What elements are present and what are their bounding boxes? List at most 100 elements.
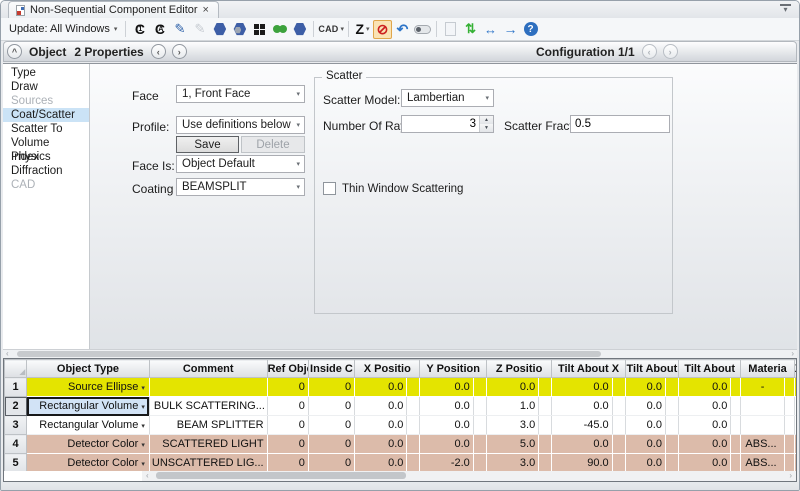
scroll-left-icon[interactable]: ‹: [146, 471, 149, 480]
row-number[interactable]: 5: [5, 454, 27, 473]
material-cell[interactable]: [741, 397, 784, 416]
solve-cell[interactable]: [731, 454, 741, 473]
reverse-rays-button[interactable]: ↶: [393, 20, 412, 39]
update-button[interactable]: C1: [130, 20, 149, 39]
tilt-y-cell[interactable]: 0.0: [625, 416, 665, 435]
face-dropdown[interactable]: 1, Front Face ▾: [176, 85, 305, 103]
solve-cell[interactable]: [539, 397, 552, 416]
x1-cell[interactable]: [794, 416, 797, 435]
corner-header[interactable]: ◢: [5, 360, 27, 378]
y-position-cell[interactable]: 0.0: [420, 397, 473, 416]
solid-view-button[interactable]: [210, 20, 229, 39]
edit-object-button[interactable]: ✎: [170, 20, 189, 39]
scroll-right-icon[interactable]: ›: [791, 349, 794, 358]
comment-cell[interactable]: BULK SCATTERING...: [149, 397, 267, 416]
sidebar-item-coat-scatter[interactable]: Coat/Scatter: [3, 108, 89, 122]
solve-cell[interactable]: [731, 416, 741, 435]
ignore-object-button[interactable]: ⊘: [373, 20, 392, 39]
x1-cell[interactable]: [794, 454, 797, 473]
solve-cell[interactable]: [539, 416, 552, 435]
comment-cell[interactable]: [149, 378, 267, 397]
auto-hide-icon[interactable]: ▾: [780, 4, 791, 13]
scroll-left-icon[interactable]: ‹: [6, 349, 9, 358]
detector-grid-button[interactable]: [250, 20, 269, 39]
z-position-cell[interactable]: 5.0: [486, 435, 538, 454]
x-position-cell[interactable]: 0.0: [355, 378, 407, 397]
solve-cell[interactable]: [784, 378, 794, 397]
sidebar-item-diffraction[interactable]: Diffraction: [3, 164, 89, 178]
x1-cell[interactable]: [794, 378, 797, 397]
scatter-fraction-input[interactable]: [570, 115, 670, 133]
solve-cell[interactable]: [473, 397, 486, 416]
scatter-model-dropdown[interactable]: Lambertian ▾: [401, 89, 494, 107]
material-cell[interactable]: [741, 416, 784, 435]
x1-cell[interactable]: [794, 397, 797, 416]
sidebar-item-draw[interactable]: Draw: [3, 80, 89, 94]
z-position-cell[interactable]: 3.0: [486, 454, 538, 473]
y-position-cell[interactable]: 0.0: [420, 435, 473, 454]
object-view-button[interactable]: [290, 20, 309, 39]
solve-cell[interactable]: [784, 397, 794, 416]
solve-cell[interactable]: [665, 435, 678, 454]
solve-cell[interactable]: [612, 454, 625, 473]
tab-close-icon[interactable]: ×: [203, 4, 209, 16]
solve-cell[interactable]: [784, 454, 794, 473]
solve-cell[interactable]: [473, 435, 486, 454]
solve-cell[interactable]: [539, 378, 552, 397]
solve-cell[interactable]: [784, 416, 794, 435]
row-number[interactable]: 4: [5, 435, 27, 454]
solve-cell[interactable]: [539, 435, 552, 454]
tilt-y-cell[interactable]: 0.0: [625, 397, 665, 416]
comment-cell[interactable]: UNSCATTERED LIG...: [149, 454, 267, 473]
solve-cell[interactable]: [731, 378, 741, 397]
sidebar-item-scatter-to[interactable]: Scatter To: [3, 122, 89, 136]
sidebar-item-volume-physics[interactable]: Volume Physics: [3, 136, 89, 150]
z-position-cell[interactable]: 0.0: [486, 378, 538, 397]
toggle-button[interactable]: [413, 20, 432, 39]
solve-cell[interactable]: [473, 378, 486, 397]
prev-config-button[interactable]: ‹: [642, 44, 657, 59]
object-type-cell-selected[interactable]: Rectangular Volume▾: [27, 397, 150, 416]
solve-cell[interactable]: [665, 397, 678, 416]
solve-cell[interactable]: [665, 416, 678, 435]
tilt-x-cell[interactable]: 0.0: [552, 378, 612, 397]
z-position-cell[interactable]: 1.0: [486, 397, 538, 416]
blank-page-button[interactable]: [441, 20, 460, 39]
row-number[interactable]: 3: [5, 416, 27, 435]
ray-trace-button[interactable]: [270, 20, 289, 39]
solve-cell[interactable]: [407, 454, 420, 473]
solve-cell[interactable]: [407, 435, 420, 454]
solve-cell[interactable]: [407, 416, 420, 435]
swap-objects-button[interactable]: ⇅: [461, 20, 480, 39]
solve-cell[interactable]: [539, 454, 552, 473]
spin-down-icon[interactable]: ▼: [480, 124, 493, 132]
object-type-cell[interactable]: Rectangular Volume▾: [27, 416, 150, 435]
scroll-right-icon[interactable]: ›: [789, 471, 792, 480]
material-cell[interactable]: -: [741, 378, 784, 397]
z-position-cell[interactable]: 3.0: [486, 416, 538, 435]
inside-of-cell[interactable]: 0: [308, 435, 354, 454]
ref-object-cell[interactable]: 0: [267, 435, 308, 454]
inside-of-cell[interactable]: 0: [308, 378, 354, 397]
tilt-y-cell[interactable]: 0.0: [625, 378, 665, 397]
go-to-button[interactable]: →: [501, 20, 520, 39]
row-number[interactable]: 1: [5, 378, 27, 397]
next-object-button[interactable]: ›: [172, 44, 187, 59]
solve-cell[interactable]: [612, 416, 625, 435]
sidebar-item-type[interactable]: Type: [3, 66, 89, 80]
material-cell[interactable]: ABS...: [741, 435, 784, 454]
update-all-button[interactable]: CA: [150, 20, 169, 39]
table-horizontal-scrollbar[interactable]: ‹ ›: [4, 471, 796, 481]
x-position-cell[interactable]: 0.0: [355, 416, 407, 435]
y-position-cell[interactable]: -2.0: [420, 454, 473, 473]
material-cell[interactable]: ABS...: [741, 454, 784, 473]
solve-cell[interactable]: [731, 435, 741, 454]
comment-cell[interactable]: BEAM SPLITTER: [149, 416, 267, 435]
exchange-button[interactable]: ↔: [481, 20, 500, 39]
x-position-cell[interactable]: 0.0: [355, 397, 407, 416]
ref-object-cell[interactable]: 0: [267, 454, 308, 473]
prev-object-button[interactable]: ‹: [151, 44, 166, 59]
face-is-dropdown[interactable]: Object Default ▾: [176, 155, 305, 173]
tilt-z-cell[interactable]: 0.0: [679, 378, 731, 397]
tilt-x-cell[interactable]: 0.0: [552, 435, 612, 454]
